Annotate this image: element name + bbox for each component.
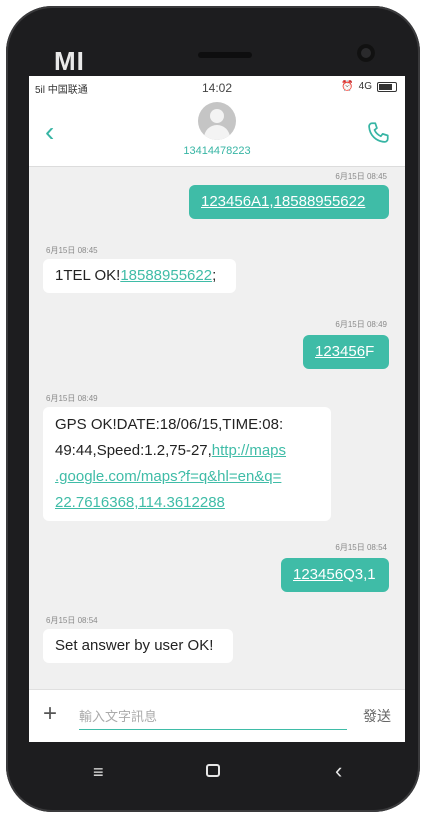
message-bubble-incoming[interactable]: 1TEL OK!18588955622; [43, 259, 236, 293]
message-timestamp: 6月15日 08:49 [46, 394, 98, 403]
message-timestamp: 6月15日 08:54 [46, 616, 98, 625]
message-bubble-outgoing[interactable]: 123456Q3,1 [281, 558, 389, 592]
message-link[interactable]: http://maps [212, 442, 286, 459]
system-nav-bar: ≡ ‹ [29, 742, 405, 804]
message-link[interactable]: 18588955622 [120, 267, 212, 284]
status-bar: 5il 中国联通 14:02 ⏰ 4G [29, 76, 405, 98]
network-label: 4G [358, 81, 372, 92]
phone-screen: 5il 中国联通 14:02 ⏰ 4G ‹ 13414478223 6月15日 … [29, 76, 405, 742]
message-timestamp: 6月15日 08:45 [46, 246, 98, 255]
send-button[interactable]: 發送 [363, 706, 391, 726]
message-text: GPS OK!DATE:18/06/15,TIME:08: [55, 416, 284, 433]
message-link[interactable]: 123456 [315, 343, 365, 360]
message-text: 1TEL OK! [55, 267, 121, 284]
message-input[interactable] [79, 703, 347, 730]
back-chevron-icon[interactable]: ‹ [45, 118, 54, 146]
message-link[interactable]: 22.7616368,114.3612288 [55, 490, 319, 516]
phone-icon[interactable] [365, 120, 391, 146]
message-timestamp: 6月15日 08:54 [335, 543, 387, 552]
contact-number[interactable]: 13414478223 [29, 145, 405, 157]
brand-logo: mi [54, 46, 85, 76]
message-bubble-incoming[interactable]: Set answer by user OK! [43, 629, 233, 663]
conversation-header: ‹ 13414478223 [29, 98, 405, 167]
home-square-icon[interactable] [206, 764, 220, 777]
back-chevron-icon[interactable]: ‹ [335, 758, 342, 784]
avatar-head [210, 109, 224, 123]
battery-icon [377, 81, 397, 92]
message-timestamp: 6月15日 08:49 [335, 320, 387, 329]
message-text: ; [212, 267, 217, 284]
message-line: 49:44,Speed:1.2,75-27,http://maps [55, 438, 319, 464]
message-link[interactable]: 123456A1,18588955622 [201, 193, 365, 210]
earpiece-speaker [198, 52, 252, 58]
message-list[interactable]: 6月15日 08:45 123456A1,18588955622 6月15日 0… [29, 167, 405, 687]
message-bubble-outgoing[interactable]: 123456F [303, 335, 389, 369]
message-timestamp: 6月15日 08:45 [335, 172, 387, 181]
menu-icon[interactable]: ≡ [93, 762, 104, 783]
message-bubble-outgoing[interactable]: 123456A1,18588955622 [189, 185, 389, 219]
plus-icon[interactable]: + [43, 702, 57, 726]
alarm-icon: ⏰ [341, 81, 354, 92]
front-camera [357, 44, 375, 62]
message-text: Set answer by user OK! [55, 637, 214, 654]
message-bubble-incoming[interactable]: GPS OK!DATE:18/06/15,TIME:08: 49:44,Spee… [43, 407, 331, 521]
message-text: 49:44,Speed:1.2,75-27, [55, 442, 212, 459]
message-text: F [365, 343, 375, 360]
message-link[interactable]: 123456 [293, 566, 343, 583]
compose-bar: + 發送 [29, 689, 405, 742]
avatar-body [204, 125, 230, 140]
avatar[interactable] [198, 102, 236, 140]
status-icons: ⏰ 4G [341, 81, 397, 92]
message-text: Q3,1 [343, 566, 376, 583]
message-link[interactable]: .google.com/maps?f=q&hl=en&q= [55, 464, 319, 490]
